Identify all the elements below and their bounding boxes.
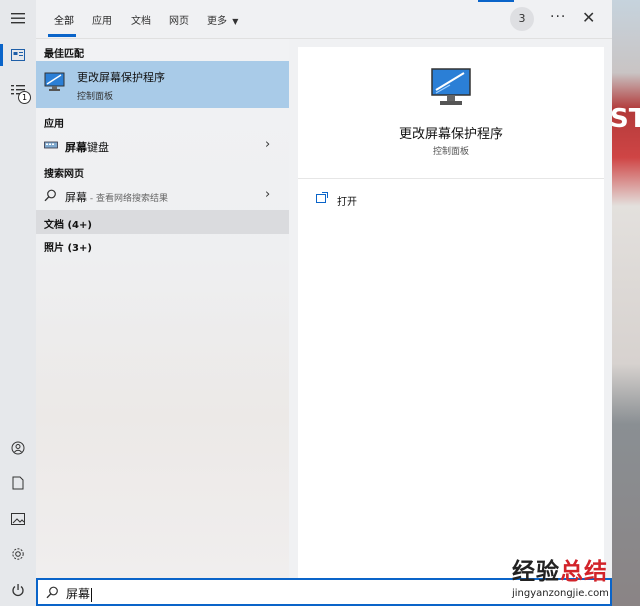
best-match-subtitle: 控制面板	[77, 92, 114, 102]
documents-group-label: 文档 (4+)	[44, 220, 92, 231]
notification-badge: 1	[18, 91, 31, 104]
best-match-item[interactable]: 更改屏幕保护程序 控制面板	[36, 61, 289, 108]
web-search-term: 屏幕	[65, 191, 87, 204]
chevron-right-icon[interactable]: ›	[265, 137, 270, 152]
rewards-counter-badge[interactable]: 3	[510, 7, 534, 31]
chevron-down-icon: ▼	[232, 17, 239, 26]
search-icon	[46, 586, 58, 599]
tab-more-label: 更多	[207, 16, 227, 27]
hamburger-menu-icon[interactable]	[8, 8, 28, 28]
filter-tabs-bar: 全部 应用 文档 网页 更多 ▼ 3 ··· ✕	[36, 0, 612, 39]
apps-heading: 应用	[44, 119, 64, 130]
watermark-cn-black: 经验	[512, 559, 560, 585]
documents-icon[interactable]	[8, 473, 28, 493]
detail-subtitle: 控制面板	[432, 147, 469, 157]
open-label: 打开	[337, 197, 357, 208]
watermark-url: jingyanzongjie.com	[512, 588, 609, 599]
tab-web[interactable]: 网页	[169, 12, 189, 27]
top-accent-line	[478, 0, 514, 2]
screensaver-monitor-icon	[44, 72, 65, 91]
pictures-icon[interactable]	[8, 509, 28, 529]
detail-pane: 更改屏幕保护程序 控制面板 打开	[298, 47, 604, 578]
open-action[interactable]: 打开	[316, 192, 357, 208]
power-icon[interactable]	[8, 580, 28, 600]
tab-documents[interactable]: 文档	[131, 12, 151, 27]
watermark-cn: 经验总结	[512, 552, 608, 586]
web-search-heading: 搜索网页	[44, 169, 84, 180]
best-match-heading: 最佳匹配	[44, 49, 84, 60]
tab-more[interactable]: 更多 ▼	[207, 12, 238, 27]
detail-title: 更改屏幕保护程序	[398, 127, 503, 142]
results-list: 最佳匹配 更改屏幕保护程序 控制面板 应用 屏幕键盘 › 搜索网页 屏幕 - 查…	[36, 39, 289, 578]
desktop-wallpaper: ST	[610, 0, 640, 606]
chevron-right-icon[interactable]: ›	[265, 187, 270, 202]
search-query: 屏幕	[66, 587, 91, 601]
close-icon[interactable]: ✕	[582, 8, 595, 27]
active-indicator	[0, 44, 3, 66]
photos-group-label: 照片 (3+)	[44, 243, 92, 254]
detail-divider	[298, 178, 604, 179]
search-icon	[44, 189, 56, 202]
web-search-item[interactable]: 屏幕 - 查看网络搜索结果 ›	[36, 184, 289, 208]
site-watermark: 经验总结 jingyanzongjie.com	[506, 552, 640, 606]
web-search-hint: - 查看网络搜索结果	[87, 194, 168, 204]
app-item-rest: 键盘	[87, 141, 109, 154]
search-query-text: 屏幕	[66, 585, 93, 602]
start-rail: 1	[0, 0, 36, 606]
screensaver-monitor-icon	[431, 68, 471, 105]
documents-group-row[interactable]: 文档 (4+)	[36, 210, 289, 234]
web-search-label: 屏幕 - 查看网络搜索结果	[65, 189, 168, 205]
keyboard-app-icon	[44, 141, 58, 149]
tab-apps[interactable]: 应用	[92, 12, 112, 27]
settings-gear-icon[interactable]	[8, 544, 28, 564]
app-item-label: 屏幕键盘	[65, 139, 109, 155]
user-account-icon[interactable]	[8, 438, 28, 458]
wallpaper-stop-sign-text: ST	[610, 104, 640, 134]
app-item-keyboard[interactable]: 屏幕键盘 ›	[36, 134, 289, 158]
search-panel: 全部 应用 文档 网页 更多 ▼ 3 ··· ✕ 最佳匹配 更改屏幕保护程序 控…	[36, 0, 612, 578]
tab-all[interactable]: 全部	[54, 12, 74, 27]
app-item-bold: 屏幕	[65, 141, 87, 154]
home-tiles-icon[interactable]	[8, 45, 28, 65]
more-options-icon[interactable]: ···	[550, 9, 566, 25]
open-window-icon	[316, 192, 328, 203]
active-tab-underline	[48, 34, 76, 37]
text-caret	[91, 587, 93, 602]
watermark-cn-red: 总结	[560, 559, 608, 585]
photos-group-row[interactable]: 照片 (3+)	[36, 234, 289, 258]
best-match-title: 更改屏幕保护程序	[77, 71, 165, 84]
